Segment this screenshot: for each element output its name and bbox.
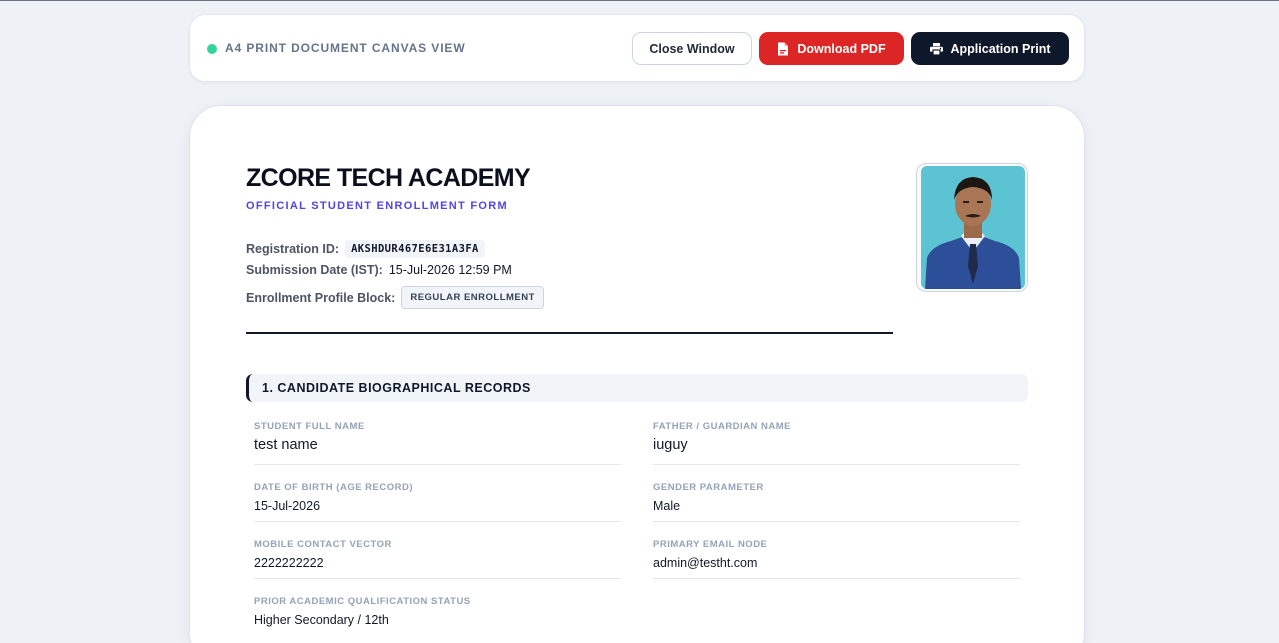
header-divider <box>246 332 893 334</box>
submission-date-label: Submission Date (IST): <box>246 263 383 277</box>
toolbar-title: A4 PRINT DOCUMENT CANVAS VIEW <box>225 41 466 55</box>
field-label: MOBILE CONTACT VECTOR <box>254 539 392 550</box>
registration-id-value: AKSHDUR467E6E31A3FA <box>345 240 485 258</box>
field-date-of-birth: DATE OF BIRTH (AGE RECORD) 15-Jul-2026 <box>254 482 621 513</box>
enrollment-block-label: Enrollment Profile Block: <box>246 290 396 305</box>
field-label: DATE OF BIRTH (AGE RECORD) <box>254 482 414 493</box>
application-print-button[interactable]: Application Print <box>911 32 1069 65</box>
registration-id-label: Registration ID: <box>246 242 340 256</box>
field-label: FATHER / GUARDIAN NAME <box>653 421 792 432</box>
enrollment-block-row: Enrollment Profile Block: REGULAR ENROLL… <box>246 286 544 309</box>
field-value: iuguy <box>653 437 688 453</box>
field-value: Higher Secondary / 12th <box>254 613 389 627</box>
pdf-file-icon <box>777 42 789 56</box>
download-pdf-label: Download PDF <box>797 41 886 56</box>
printer-icon <box>929 42 943 55</box>
section-heading: 1. CANDIDATE BIOGRAPHICAL RECORDS <box>246 374 1028 402</box>
student-photo <box>916 163 1028 292</box>
field-value: 15-Jul-2026 <box>254 499 321 513</box>
registration-id-row: Registration ID: AKSHDUR467E6E31A3FA <box>246 240 485 258</box>
close-window-button[interactable]: Close Window <box>632 32 752 65</box>
section-title: 1. CANDIDATE BIOGRAPHICAL RECORDS <box>262 381 531 395</box>
field-divider <box>254 521 621 522</box>
print-document: ZCORE TECH ACADEMY OFFICIAL STUDENT ENRO… <box>189 105 1085 643</box>
field-divider <box>254 464 621 465</box>
field-divider <box>653 521 1020 522</box>
field-guardian-name: FATHER / GUARDIAN NAME iuguy <box>653 421 1020 453</box>
field-value: admin@testht.com <box>653 556 758 570</box>
field-prior-qualification: PRIOR ACADEMIC QUALIFICATION STATUS High… <box>254 596 621 627</box>
submission-date-value: 15-Jul-2026 12:59 PM <box>388 263 512 277</box>
field-value: test name <box>254 437 318 453</box>
field-student-name: STUDENT FULL NAME test name <box>254 421 621 453</box>
toolbar: A4 PRINT DOCUMENT CANVAS VIEW Close Wind… <box>189 14 1085 82</box>
close-window-label: Close Window <box>649 41 735 56</box>
field-label: GENDER PARAMETER <box>653 482 764 493</box>
submission-date-row: Submission Date (IST): 15-Jul-2026 12:59… <box>246 263 512 277</box>
field-email: PRIMARY EMAIL NODE admin@testht.com <box>653 539 1020 570</box>
field-divider <box>254 578 621 579</box>
application-print-label: Application Print <box>950 41 1051 56</box>
field-gender: GENDER PARAMETER Male <box>653 482 1020 513</box>
field-label: PRIMARY EMAIL NODE <box>653 539 768 550</box>
field-divider <box>653 464 1020 465</box>
field-value: 2222222222 <box>254 556 324 570</box>
download-pdf-button[interactable]: Download PDF <box>759 32 904 65</box>
status-dot <box>207 44 217 54</box>
form-subtitle: OFFICIAL STUDENT ENROLLMENT FORM <box>246 200 508 212</box>
field-value: Male <box>653 499 681 513</box>
field-label: PRIOR ACADEMIC QUALIFICATION STATUS <box>254 596 471 607</box>
field-divider <box>653 578 1020 579</box>
academy-name: ZCORE TECH ACADEMY <box>246 164 531 192</box>
field-label: STUDENT FULL NAME <box>254 421 365 432</box>
enrollment-badge: REGULAR ENROLLMENT <box>401 286 544 309</box>
field-mobile: MOBILE CONTACT VECTOR 2222222222 <box>254 539 621 570</box>
